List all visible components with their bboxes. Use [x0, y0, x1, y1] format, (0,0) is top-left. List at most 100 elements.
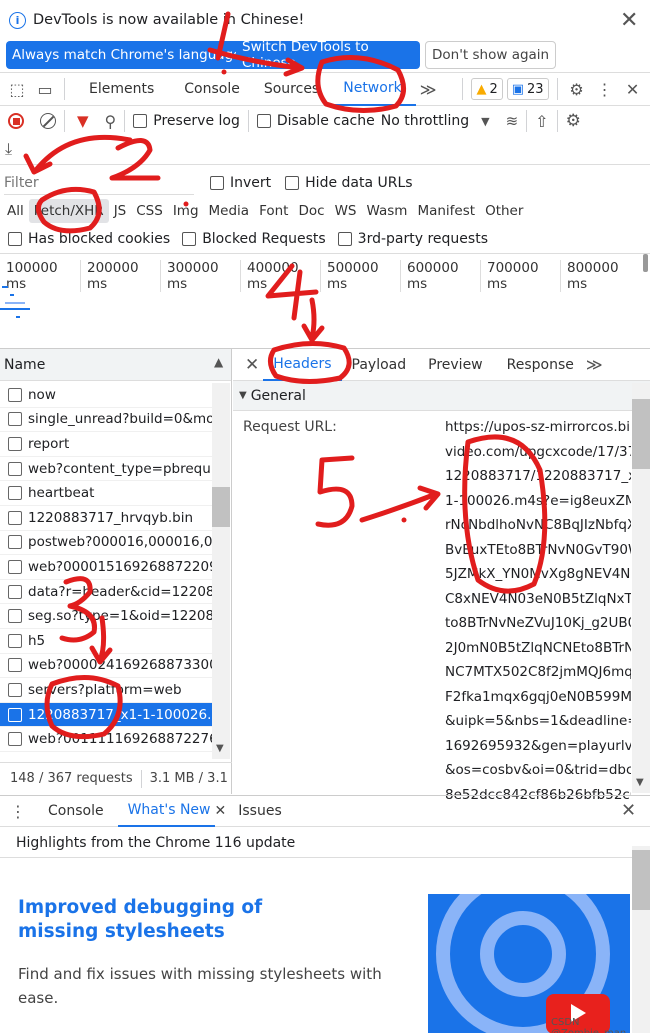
- switch-chinese-button[interactable]: Switch DevTools to Chinese: [236, 39, 420, 71]
- request-icon: [8, 559, 22, 574]
- settings-gear-icon[interactable]: ⚙: [566, 78, 588, 100]
- details-scrollbar[interactable]: ▼: [632, 383, 650, 793]
- more-tabs-icon[interactable]: ≫: [420, 80, 437, 99]
- drawer-menu-icon[interactable]: ⋮: [10, 802, 26, 821]
- requests-scrollbar[interactable]: ▼: [212, 383, 230, 759]
- network-settings-icon[interactable]: ⚙: [566, 111, 581, 131]
- filter-input[interactable]: [4, 171, 194, 195]
- request-name: h5: [28, 632, 46, 649]
- close-drawer-icon[interactable]: ✕: [621, 800, 636, 821]
- request-row[interactable]: 1220883717_x1-1-100026....: [0, 702, 212, 728]
- kebab-menu-icon[interactable]: ⋮: [594, 78, 616, 100]
- general-title: General: [250, 387, 306, 404]
- type-img[interactable]: Img: [168, 199, 204, 223]
- network-conditions-icon[interactable]: ≋: [506, 112, 519, 130]
- scroll-down-icon[interactable]: ▼: [216, 743, 224, 754]
- drawer-scrollbar[interactable]: [632, 846, 650, 1033]
- type-wasm[interactable]: Wasm: [361, 199, 412, 223]
- sort-up-icon[interactable]: ▲: [214, 355, 223, 369]
- chevron-down-icon[interactable]: ▼: [481, 115, 489, 128]
- type-other[interactable]: Other: [480, 199, 528, 223]
- request-icon: [8, 486, 22, 501]
- invert-checkbox[interactable]: [210, 176, 224, 190]
- request-row[interactable]: now: [0, 383, 212, 408]
- type-font[interactable]: Font: [254, 199, 293, 223]
- request-row[interactable]: h5: [0, 629, 212, 654]
- request-name: servers?platform=web: [28, 681, 182, 698]
- scroll-down-icon[interactable]: ▼: [636, 777, 644, 788]
- close-details-icon[interactable]: ✕: [245, 355, 259, 375]
- type-css[interactable]: CSS: [131, 199, 168, 223]
- request-row[interactable]: data?r=header&cid=122088...: [0, 580, 212, 605]
- more-tabs-icon[interactable]: ≫: [586, 355, 603, 374]
- timeline-overview[interactable]: 100000 ms 200000 ms 300000 ms 400000 ms …: [0, 254, 650, 348]
- timeline-scrollbar[interactable]: [643, 254, 648, 272]
- feature-thumbnail[interactable]: [428, 894, 630, 1033]
- type-media[interactable]: Media: [204, 199, 255, 223]
- tab-console[interactable]: Console: [170, 73, 254, 105]
- blocked-cookies-checkbox[interactable]: [8, 232, 22, 246]
- request-row[interactable]: single_unread?build=0&mo...: [0, 408, 212, 433]
- warnings-badge[interactable]: ▲ 2: [471, 78, 503, 100]
- dont-show-again-button[interactable]: Don't show again: [425, 41, 557, 69]
- record-stop-icon[interactable]: [8, 113, 24, 129]
- type-ws[interactable]: WS: [330, 199, 362, 223]
- throttling-select[interactable]: No throttling: [381, 113, 469, 129]
- clear-icon[interactable]: [40, 113, 56, 129]
- request-row[interactable]: postweb?000016,000016,00...: [0, 531, 212, 556]
- import-har-icon[interactable]: ⇧: [535, 112, 548, 131]
- url-line: C8xNEV4N03eN0B5tZlqNxTE: [445, 590, 631, 607]
- request-row[interactable]: web?000015169268872209...: [0, 555, 212, 580]
- type-manifest[interactable]: Manifest: [412, 199, 480, 223]
- filter-funnel-icon[interactable]: ▼: [77, 112, 89, 130]
- close-devtools-icon[interactable]: ✕: [622, 78, 644, 100]
- name-column-header[interactable]: Name: [4, 357, 45, 373]
- tab-headers[interactable]: Headers: [263, 349, 342, 381]
- tab-preview[interactable]: Preview: [416, 349, 495, 381]
- request-row[interactable]: seg.so?type=1&oid=12208...: [0, 604, 212, 629]
- match-language-button[interactable]: Always match Chrome's language: [6, 41, 248, 69]
- request-icon: [8, 732, 22, 747]
- close-tab-icon[interactable]: ✕: [215, 803, 227, 819]
- feature-headline[interactable]: Improved debugging of missing stylesheet…: [18, 896, 338, 944]
- drawer-tab-whats-new[interactable]: What's New: [117, 795, 215, 827]
- drawer-tab-console[interactable]: Console: [34, 795, 118, 827]
- request-row[interactable]: heartbeat: [0, 481, 212, 506]
- device-toolbar-icon[interactable]: ▭: [34, 78, 56, 100]
- request-row[interactable]: web?content_type=pbrequ...: [0, 457, 212, 482]
- collapse-triangle-icon[interactable]: ▼: [239, 390, 247, 401]
- export-har-icon[interactable]: ⤓: [5, 139, 12, 159]
- request-row[interactable]: servers?platform=web: [0, 678, 212, 703]
- request-row[interactable]: web?000024169268873300...: [0, 654, 212, 679]
- disable-cache-checkbox[interactable]: [256, 114, 271, 128]
- request-url-value[interactable]: https://upos-sz-mirrorcos.bili video.com…: [445, 415, 631, 807]
- type-all[interactable]: All: [2, 199, 29, 223]
- type-fetch-xhr[interactable]: Fetch/XHR: [28, 199, 109, 223]
- type-doc[interactable]: Doc: [293, 199, 329, 223]
- tab-payload[interactable]: Payload: [342, 349, 417, 381]
- requests-header[interactable]: Name ▲: [0, 349, 231, 381]
- timeline-tick: 300000 ms: [160, 260, 240, 292]
- url-line: to8BTrNvNeZVuJ10Kj_g2UB0: [445, 615, 631, 631]
- inspect-element-icon[interactable]: ⬚: [6, 78, 28, 100]
- tab-response[interactable]: Response: [495, 349, 586, 381]
- tab-elements[interactable]: Elements: [73, 73, 170, 105]
- details-tabbar: ✕ Headers Payload Preview Response ≫: [233, 349, 650, 381]
- preserve-log-checkbox[interactable]: [133, 114, 148, 128]
- request-row[interactable]: web?001111169268872276...: [0, 727, 212, 752]
- drawer-tab-issues[interactable]: Issues: [236, 795, 294, 827]
- third-party-checkbox[interactable]: [337, 232, 352, 246]
- type-js[interactable]: JS: [109, 199, 132, 223]
- hide-data-urls-checkbox[interactable]: [285, 176, 300, 190]
- search-icon[interactable]: ⚲: [105, 112, 117, 131]
- infobar-close-icon[interactable]: ✕: [620, 8, 638, 33]
- request-row[interactable]: report: [0, 432, 212, 457]
- url-line: 1-100026.m4s?e=ig8euxZM2: [445, 492, 631, 509]
- tab-network[interactable]: Network: [329, 72, 416, 106]
- request-row[interactable]: 1220883717_hrvqyb.bin: [0, 506, 212, 531]
- messages-badge[interactable]: ▣ 23: [506, 78, 549, 100]
- blocked-requests-checkbox[interactable]: [182, 232, 197, 246]
- general-section-header[interactable]: ▼ General: [233, 381, 650, 411]
- tab-sources[interactable]: Sources: [254, 73, 329, 105]
- request-icon: [8, 584, 22, 599]
